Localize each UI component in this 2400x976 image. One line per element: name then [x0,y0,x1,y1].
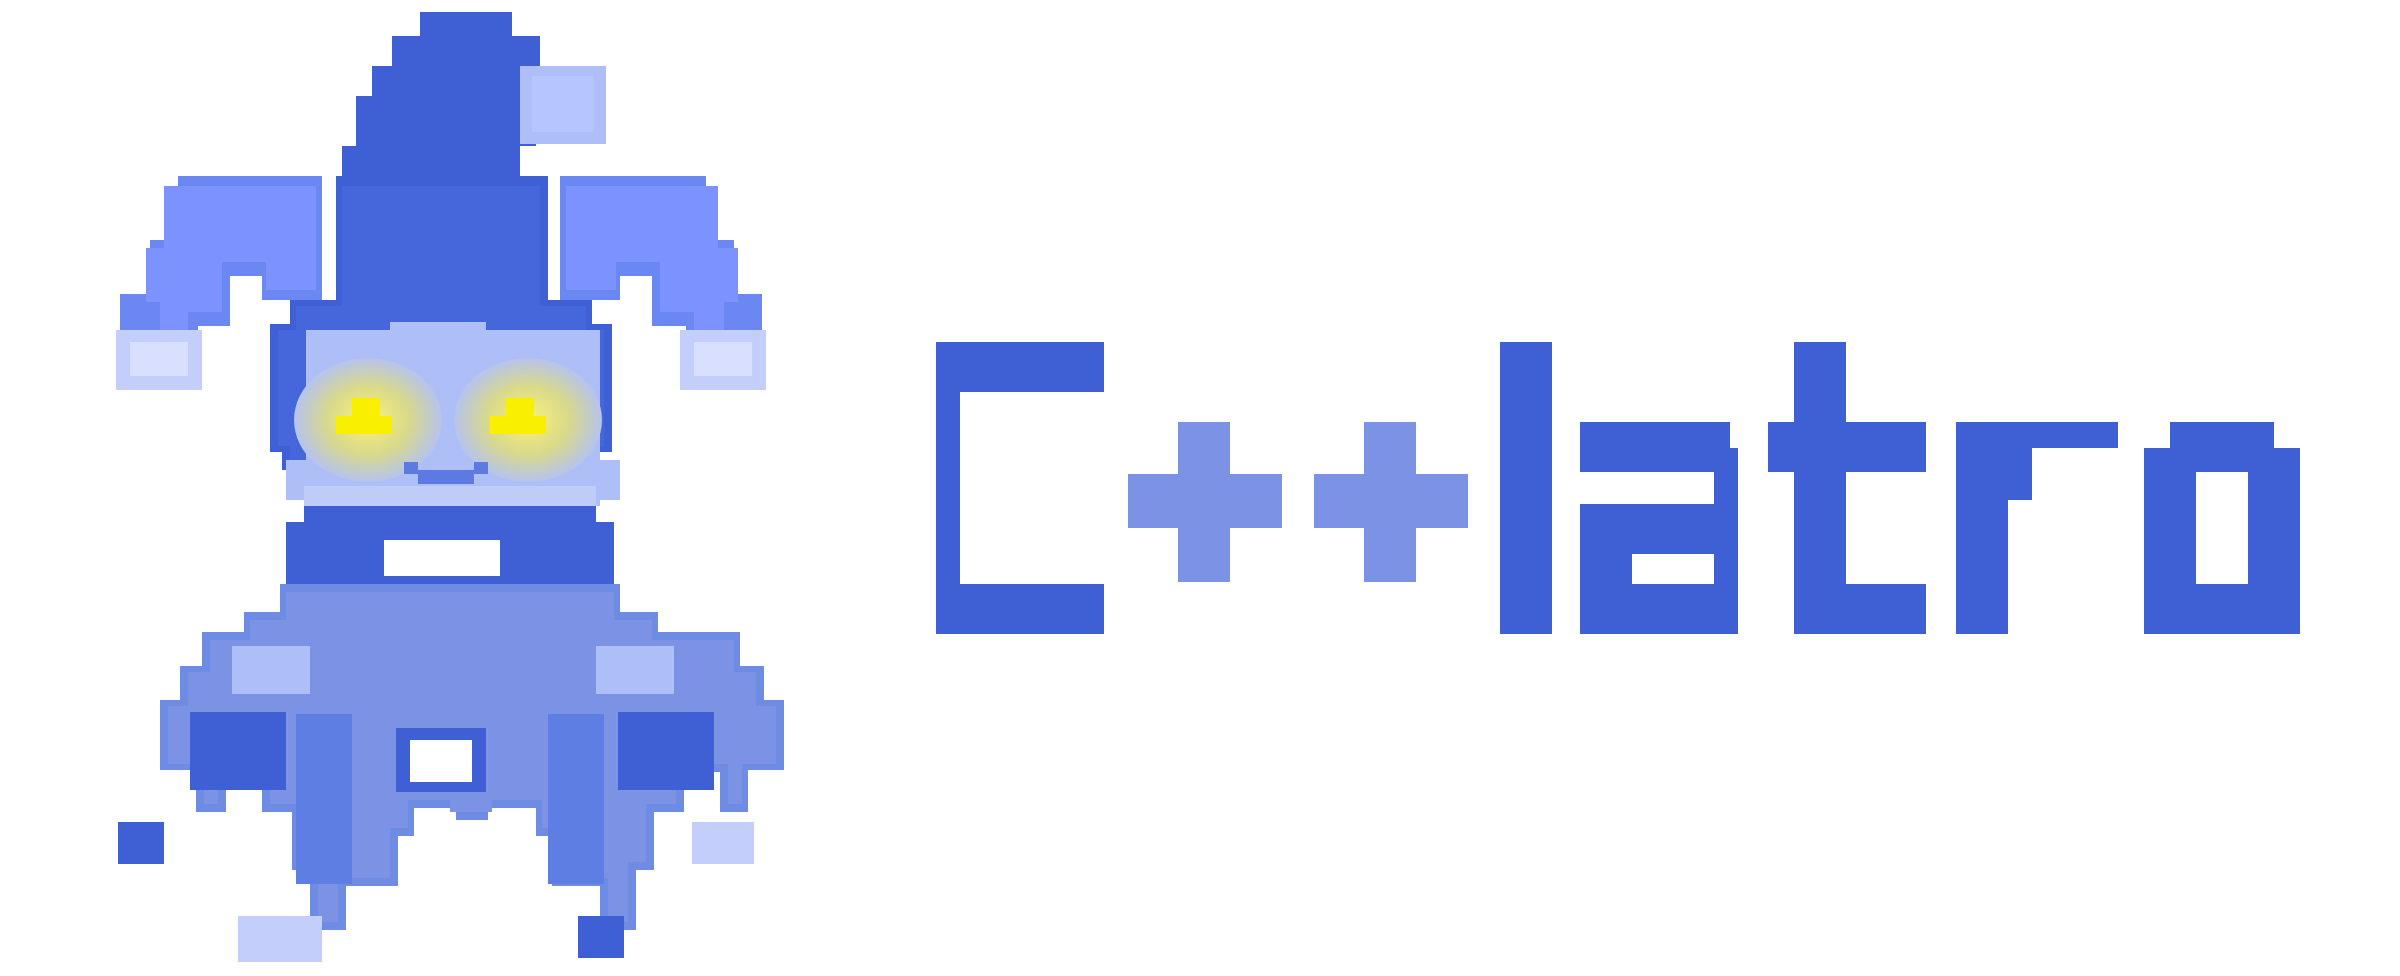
letter-plus-1 [1128,422,1282,582]
letter-r [1956,422,2118,634]
letter-o [2144,422,2300,634]
letter-c [936,342,1104,634]
letter-t [1768,342,1926,634]
letter-plus-2 [1314,422,1468,582]
letter-a [1580,422,1738,634]
letter-l [1500,342,1552,634]
wordmark-art [936,342,2300,634]
logo-canvas: C++latro [0,0,2400,976]
